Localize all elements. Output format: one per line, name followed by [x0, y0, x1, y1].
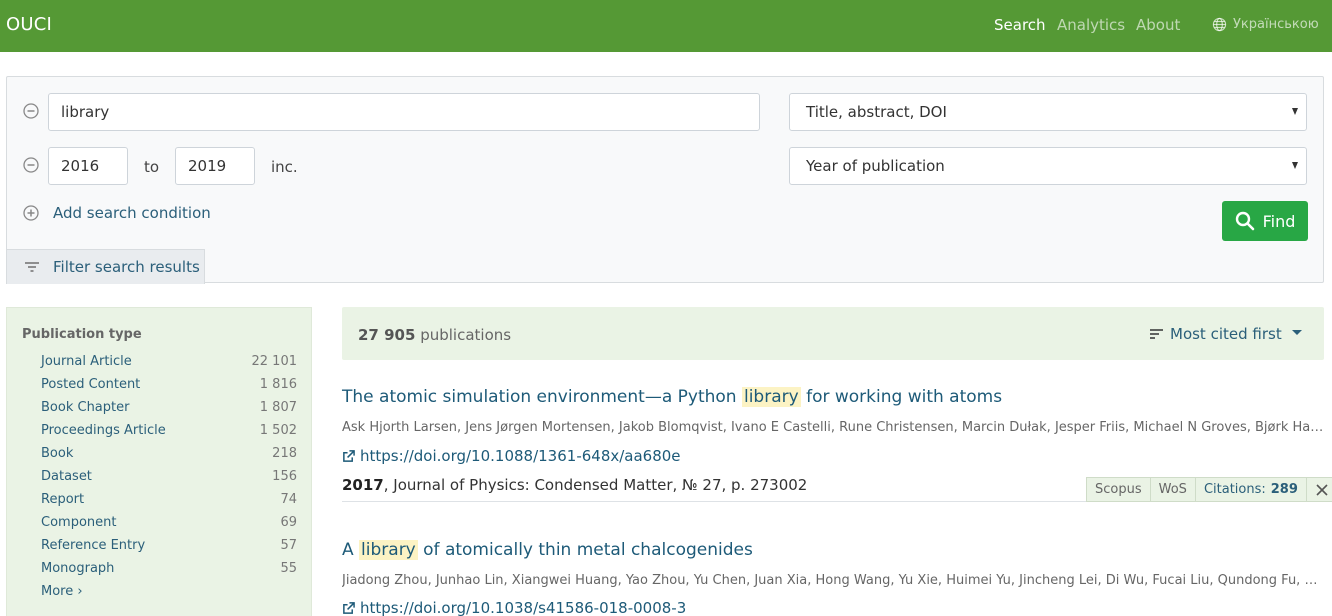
remove-condition-icon[interactable]: [23, 103, 39, 119]
facet-label: Dataset: [41, 469, 92, 484]
facet-count: 69: [280, 515, 297, 530]
wos-badge[interactable]: WoS: [1151, 478, 1196, 501]
facet-count: 156: [272, 469, 297, 484]
facet-count: 22 101: [251, 354, 298, 369]
top-navbar: OUCI Search Analytics About Українською: [0, 0, 1332, 52]
add-condition-button[interactable]: Add search condition: [23, 204, 211, 222]
citations-label: Citations:: [1203, 482, 1266, 497]
year-to-input[interactable]: 2019: [175, 147, 255, 185]
facet-heading: Publication type: [22, 327, 142, 342]
close-button[interactable]: [1307, 478, 1332, 501]
find-label: Find: [1262, 211, 1296, 231]
search-panel: library Title, abstract, DOI 2016 to 201…: [6, 76, 1324, 284]
facet-label: Book: [41, 446, 74, 461]
caret-down-icon: [1291, 330, 1302, 335]
facet-item[interactable]: Book 218: [41, 446, 297, 461]
query-field-value: Title, abstract, DOI: [806, 103, 947, 121]
facet-label: Component: [41, 515, 117, 530]
facet-item[interactable]: Reference Entry 57: [41, 538, 297, 553]
result-doi-link[interactable]: https://doi.org/10.1088/1361-648x/aa680e: [342, 447, 681, 465]
find-button[interactable]: Find: [1222, 201, 1308, 241]
facet-label: Reference Entry: [41, 538, 146, 553]
facet-item[interactable]: Proceedings Article 1 502: [41, 423, 297, 438]
brand-logo[interactable]: OUCI: [6, 14, 52, 35]
result-authors: Ask Hjorth Larsen, Jens Jørgen Mortensen…: [342, 420, 1324, 435]
facet-label: Monograph: [41, 561, 115, 576]
external-link-icon: [343, 601, 355, 614]
facet-sidebar: Publication type Journal Article 22 101 P…: [6, 307, 312, 616]
result-title-link[interactable]: A library of atomically thin metal chalc…: [342, 540, 753, 560]
year-from-input[interactable]: 2016: [48, 147, 128, 185]
year-field-select[interactable]: Year of publication: [789, 147, 1307, 185]
facet-item[interactable]: Report 74: [41, 492, 297, 507]
more-facets-link[interactable]: More ›: [41, 584, 83, 599]
sort-icon: [1150, 329, 1163, 339]
add-condition-label: Add search condition: [53, 204, 211, 222]
globe-icon: [1212, 17, 1227, 32]
facet-item[interactable]: Book Chapter 1 807: [41, 400, 297, 415]
title-text: A: [342, 540, 360, 560]
external-link-icon: [343, 449, 355, 462]
nav-about-link[interactable]: About: [1136, 16, 1180, 34]
facet-item[interactable]: Posted Content 1 816: [41, 377, 297, 392]
plus-circle-icon: [23, 205, 39, 221]
citations-badge[interactable]: Citations: 289: [1196, 478, 1307, 501]
facet-count: 74: [280, 492, 297, 507]
facet-label: Book Chapter: [41, 400, 130, 415]
year-field-value: Year of publication: [806, 157, 945, 175]
to-label: to: [144, 158, 160, 176]
result-metrics: Scopus WoS Citations: 289: [1086, 477, 1332, 502]
facet-label: Report: [41, 492, 85, 507]
nav-analytics-link[interactable]: Analytics: [1057, 16, 1125, 34]
caret-down-icon: [1292, 162, 1298, 169]
doi-text: https://doi.org/10.1088/1361-648x/aa680e: [360, 447, 681, 465]
results-count-label: publications: [420, 326, 512, 344]
facet-count: 218: [272, 446, 297, 461]
title-text: The atomic simulation environment—a Pyth…: [342, 387, 742, 407]
results-count: 27 905 publications: [358, 326, 511, 344]
sort-dropdown[interactable]: Most cited first: [1150, 325, 1302, 343]
facet-count: 57: [280, 538, 297, 553]
query-input[interactable]: library: [48, 93, 760, 131]
filter-results-tab[interactable]: Filter search results: [6, 249, 205, 284]
facet-count: 1 502: [259, 423, 297, 438]
inclusive-label: inc.: [271, 158, 298, 176]
facet-item[interactable]: Dataset 156: [41, 469, 297, 484]
caret-down-icon: [1292, 108, 1298, 115]
doi-text: https://doi.org/10.1038/s41586-018-0008-…: [360, 599, 687, 616]
facet-count: 1 807: [259, 400, 297, 415]
facet-label: Proceedings Article: [41, 423, 166, 438]
facet-label: Journal Article: [41, 354, 132, 369]
filter-label: Filter search results: [53, 258, 200, 276]
results-count-number: 27 905: [358, 326, 416, 344]
title-highlight: library: [741, 387, 801, 407]
filter-icon: [25, 262, 39, 272]
result-doi-link[interactable]: https://doi.org/10.1038/s41586-018-0008-…: [342, 599, 686, 616]
facet-count: 1 816: [259, 377, 297, 392]
result-title-link[interactable]: The atomic simulation environment—a Pyth…: [342, 387, 1002, 407]
result-publication-info: 2017, Journal of Physics: Condensed Matt…: [342, 476, 807, 494]
language-label: Українською: [1233, 17, 1319, 32]
title-text: for working with atoms: [800, 387, 1003, 407]
title-highlight: library: [359, 540, 418, 560]
nav-search-link[interactable]: Search: [994, 16, 1046, 34]
results-header: 27 905 publications Most cited first: [342, 307, 1324, 360]
facet-item[interactable]: Journal Article 22 101: [41, 354, 297, 369]
facet-item[interactable]: Monograph 55: [41, 561, 297, 576]
facet-item[interactable]: Component 69: [41, 515, 297, 530]
citations-count: 289: [1270, 482, 1298, 497]
title-text: of atomically thin metal chalcogenides: [417, 540, 753, 560]
facet-label: Posted Content: [41, 377, 141, 392]
search-icon: [1235, 211, 1254, 231]
sort-label: Most cited first: [1170, 325, 1282, 343]
result-source: , Journal of Physics: Condensed Matter, …: [383, 476, 808, 494]
remove-condition-icon[interactable]: [23, 157, 39, 173]
close-icon: [1316, 483, 1328, 496]
scopus-badge[interactable]: Scopus: [1087, 478, 1151, 501]
language-switcher[interactable]: Українською: [1212, 17, 1319, 32]
result-authors: Jiadong Zhou, Junhao Lin, Xiangwei Huang…: [342, 573, 1324, 588]
query-field-select[interactable]: Title, abstract, DOI: [789, 93, 1307, 131]
result-year: 2017: [342, 476, 384, 494]
facet-count: 55: [280, 561, 297, 576]
